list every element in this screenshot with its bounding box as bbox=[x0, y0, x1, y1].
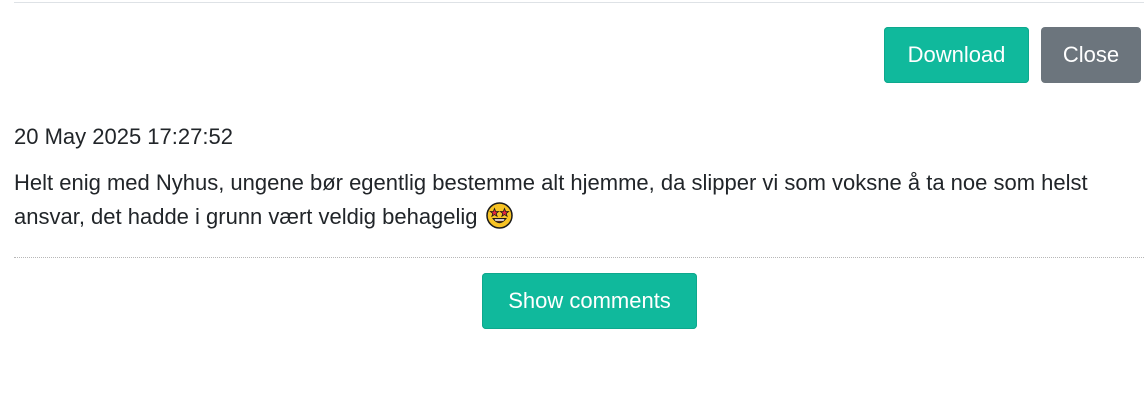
download-button[interactable]: Download bbox=[884, 27, 1029, 83]
show-comments-button[interactable]: Show comments bbox=[482, 273, 697, 329]
post-text-block: Helt enig med Nyhus, ungene bør egentlig… bbox=[14, 166, 1140, 234]
post-timestamp: 20 May 2025 17:27:52 bbox=[14, 124, 233, 149]
post-page: Download Close 20 May 2025 17:27:52 Helt… bbox=[0, 0, 1144, 409]
star-struck-emoji-icon bbox=[485, 202, 513, 229]
close-button[interactable]: Close bbox=[1041, 27, 1141, 83]
top-divider bbox=[14, 2, 1144, 3]
comment-divider bbox=[14, 257, 1144, 258]
post-text: Helt enig med Nyhus, ungene bør egentlig… bbox=[14, 170, 1088, 229]
